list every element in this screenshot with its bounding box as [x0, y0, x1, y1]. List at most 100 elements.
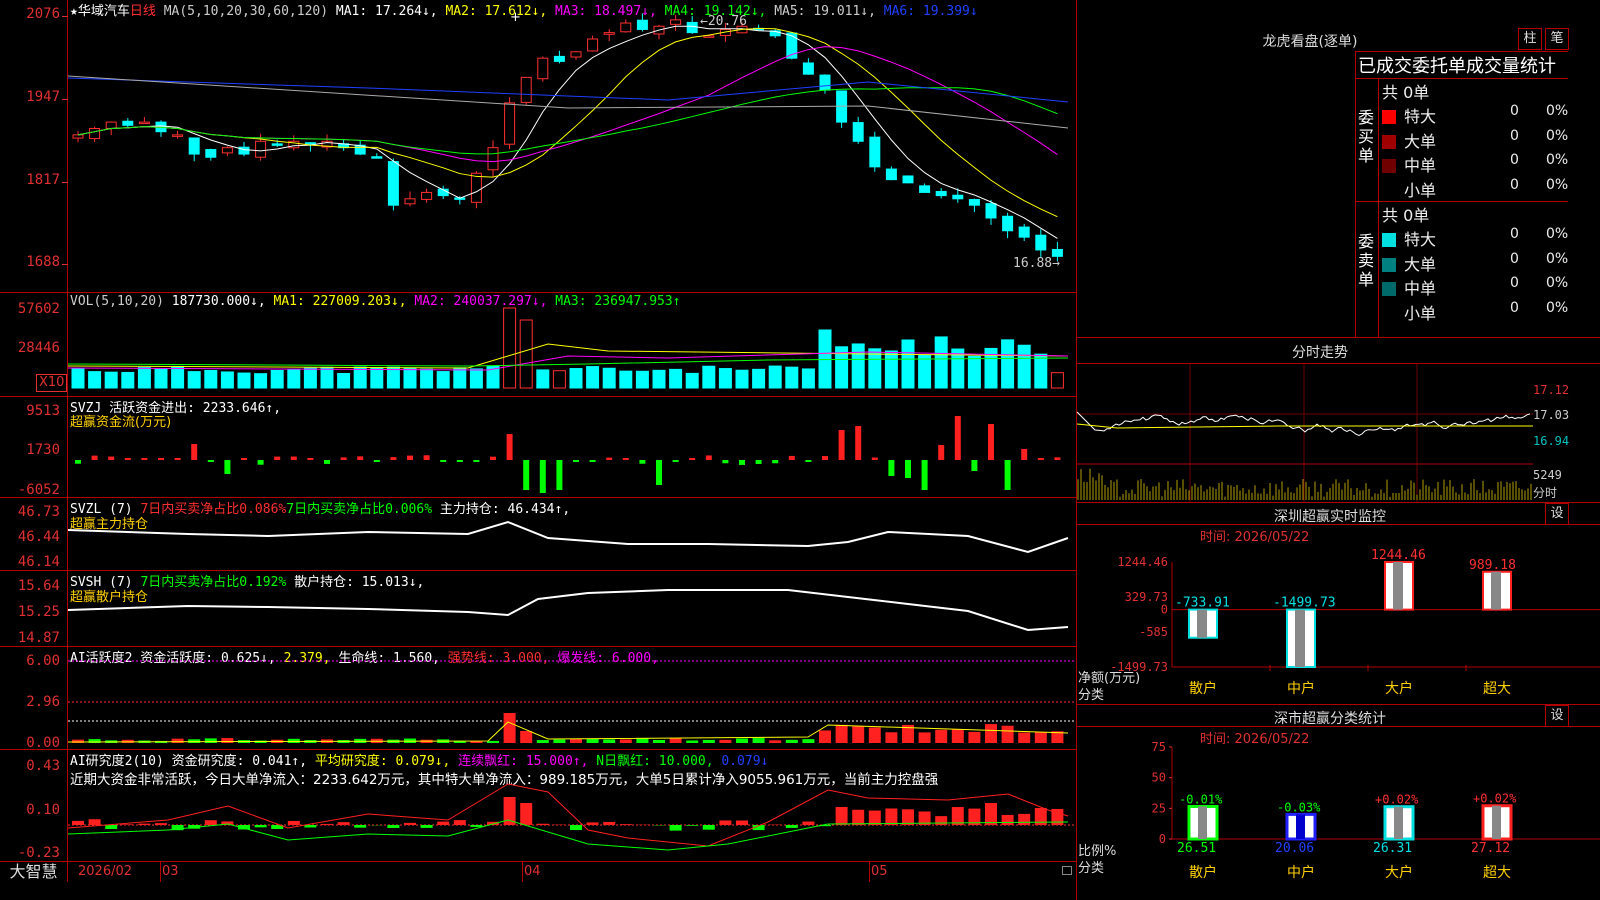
candle — [122, 120, 134, 126]
candle — [138, 121, 150, 125]
activity-bar — [1018, 732, 1031, 743]
fund-flow-bar — [838, 430, 845, 460]
date-label: 03 — [162, 864, 179, 879]
order-row: 小单 — [1382, 177, 1436, 201]
intraday-ylabel: 16.94 — [1533, 434, 1570, 448]
sz-class-chart[interactable]: 75 50 25 0 -0.01% 26.51 散户 -0.03% 20.06 中户 +0.02% 2… — [1077, 727, 1600, 900]
monitor-bar-shade — [1491, 571, 1501, 610]
kline-chart[interactable] — [67, 0, 1076, 292]
volume-bar — [536, 369, 550, 389]
category-label: 中户 — [1287, 864, 1315, 881]
candle — [387, 161, 399, 206]
volume-bar — [569, 368, 583, 389]
svsh-ylabel: 14.87 — [17, 630, 60, 646]
candle — [686, 21, 698, 34]
fund-flow-bar — [855, 426, 862, 460]
candle — [869, 136, 881, 168]
intraday-ylabel: 17.03 — [1533, 408, 1570, 422]
position-line — [67, 589, 1069, 632]
activity-bar — [553, 739, 566, 743]
order-row: 大单 — [1382, 251, 1436, 275]
fund-flow-bar — [307, 458, 314, 460]
high-price-label: ←20.76 — [700, 14, 747, 29]
svzl-chart[interactable] — [67, 498, 1076, 570]
fund-flow-bar — [573, 460, 579, 462]
ai-research-ylabel: 0.43 — [26, 758, 60, 774]
vol-ylabel: 57602 — [17, 301, 60, 317]
class-ylabel: 0 — [1159, 832, 1166, 846]
activity-bar — [171, 738, 184, 743]
activity-bar — [702, 739, 715, 743]
monitor-value-label: 989.18 — [1469, 558, 1516, 573]
kline-ylabel: 2076 — [26, 6, 60, 22]
fund-flow-bar — [108, 456, 115, 460]
research-bar — [437, 821, 450, 825]
sz-monitor-chart[interactable]: 1244.46329.730-585-1499.73-733.91散户-1499… — [1077, 525, 1600, 705]
order-size-label: 中单 — [1404, 156, 1437, 175]
bar-mode-button[interactable]: 柱 — [1518, 28, 1542, 50]
research-bar — [354, 825, 367, 828]
order-size-label: 大单 — [1404, 131, 1437, 151]
candle — [985, 203, 997, 219]
class-bar-shade — [1296, 814, 1305, 839]
activity-bar — [686, 740, 699, 743]
candle — [504, 102, 516, 145]
volume-chart[interactable] — [67, 296, 1076, 396]
svzj-chart[interactable] — [68, 397, 1076, 497]
tick-mode-button[interactable]: 笔 — [1545, 28, 1569, 50]
activity-bar — [985, 724, 997, 743]
volume-bar — [220, 371, 234, 389]
ai-research-chart[interactable] — [67, 750, 1076, 861]
activity-bar — [1001, 725, 1014, 743]
order-size-label: 特大 — [1404, 230, 1437, 249]
volume-bar — [851, 343, 865, 389]
volume-bar — [685, 372, 699, 389]
fund-flow-bar — [158, 458, 164, 460]
volume-bar — [801, 368, 815, 389]
monitor-ylabel: 0 — [1161, 603, 1168, 617]
category-label: 散户 — [1189, 864, 1217, 881]
fund-flow-bar — [589, 460, 596, 462]
activity-bar — [653, 739, 665, 743]
research-bar — [619, 824, 632, 825]
volume-bar — [635, 370, 649, 389]
class-ratio-label: 26.51 — [1177, 841, 1216, 856]
candle — [952, 194, 964, 200]
lock-icon[interactable] — [1062, 866, 1072, 875]
fund-flow-bar — [174, 458, 181, 460]
research-bar — [453, 820, 466, 825]
ai-active-chart[interactable] — [67, 647, 1076, 749]
svzj-ylabel: -6052 — [17, 482, 60, 498]
intraday-chart[interactable] — [1076, 364, 1533, 502]
sz-monitor-axis-b: 分类 — [1078, 688, 1105, 703]
volume-bar — [154, 368, 168, 389]
activity-bar — [586, 738, 599, 743]
sz-class-axis-b: 分类 — [1078, 861, 1105, 876]
fund-flow-bar — [224, 460, 231, 474]
monitor-value-label: -1499.73 — [1273, 596, 1336, 611]
activity-bar — [835, 724, 848, 743]
research-bar — [1018, 813, 1031, 825]
research-bar — [204, 820, 217, 825]
svsh-chart[interactable] — [67, 571, 1076, 646]
order-pct: 0% — [1546, 127, 1569, 144]
category-label: 大户 — [1385, 864, 1413, 881]
settings-button[interactable]: 设 — [1545, 705, 1569, 727]
research-bar — [121, 824, 134, 825]
order-count: 0 — [1510, 176, 1519, 193]
brand-label[interactable]: 大智慧 — [0, 862, 67, 882]
class-bar-shade — [1492, 805, 1501, 839]
research-bar — [570, 825, 582, 831]
research-bar — [470, 825, 483, 827]
order-pct: 0% — [1546, 176, 1569, 193]
fund-flow-bar — [257, 460, 264, 465]
volume-bar — [370, 367, 384, 389]
order-size-label: 特大 — [1404, 107, 1437, 126]
order-count: 0 — [1510, 152, 1519, 168]
settings-button[interactable]: 设 — [1545, 503, 1569, 525]
fund-flow-bar — [1054, 457, 1061, 460]
candle — [487, 147, 499, 171]
candle — [919, 185, 931, 193]
research-bar — [686, 825, 699, 826]
fund-flow-bar — [75, 460, 81, 464]
